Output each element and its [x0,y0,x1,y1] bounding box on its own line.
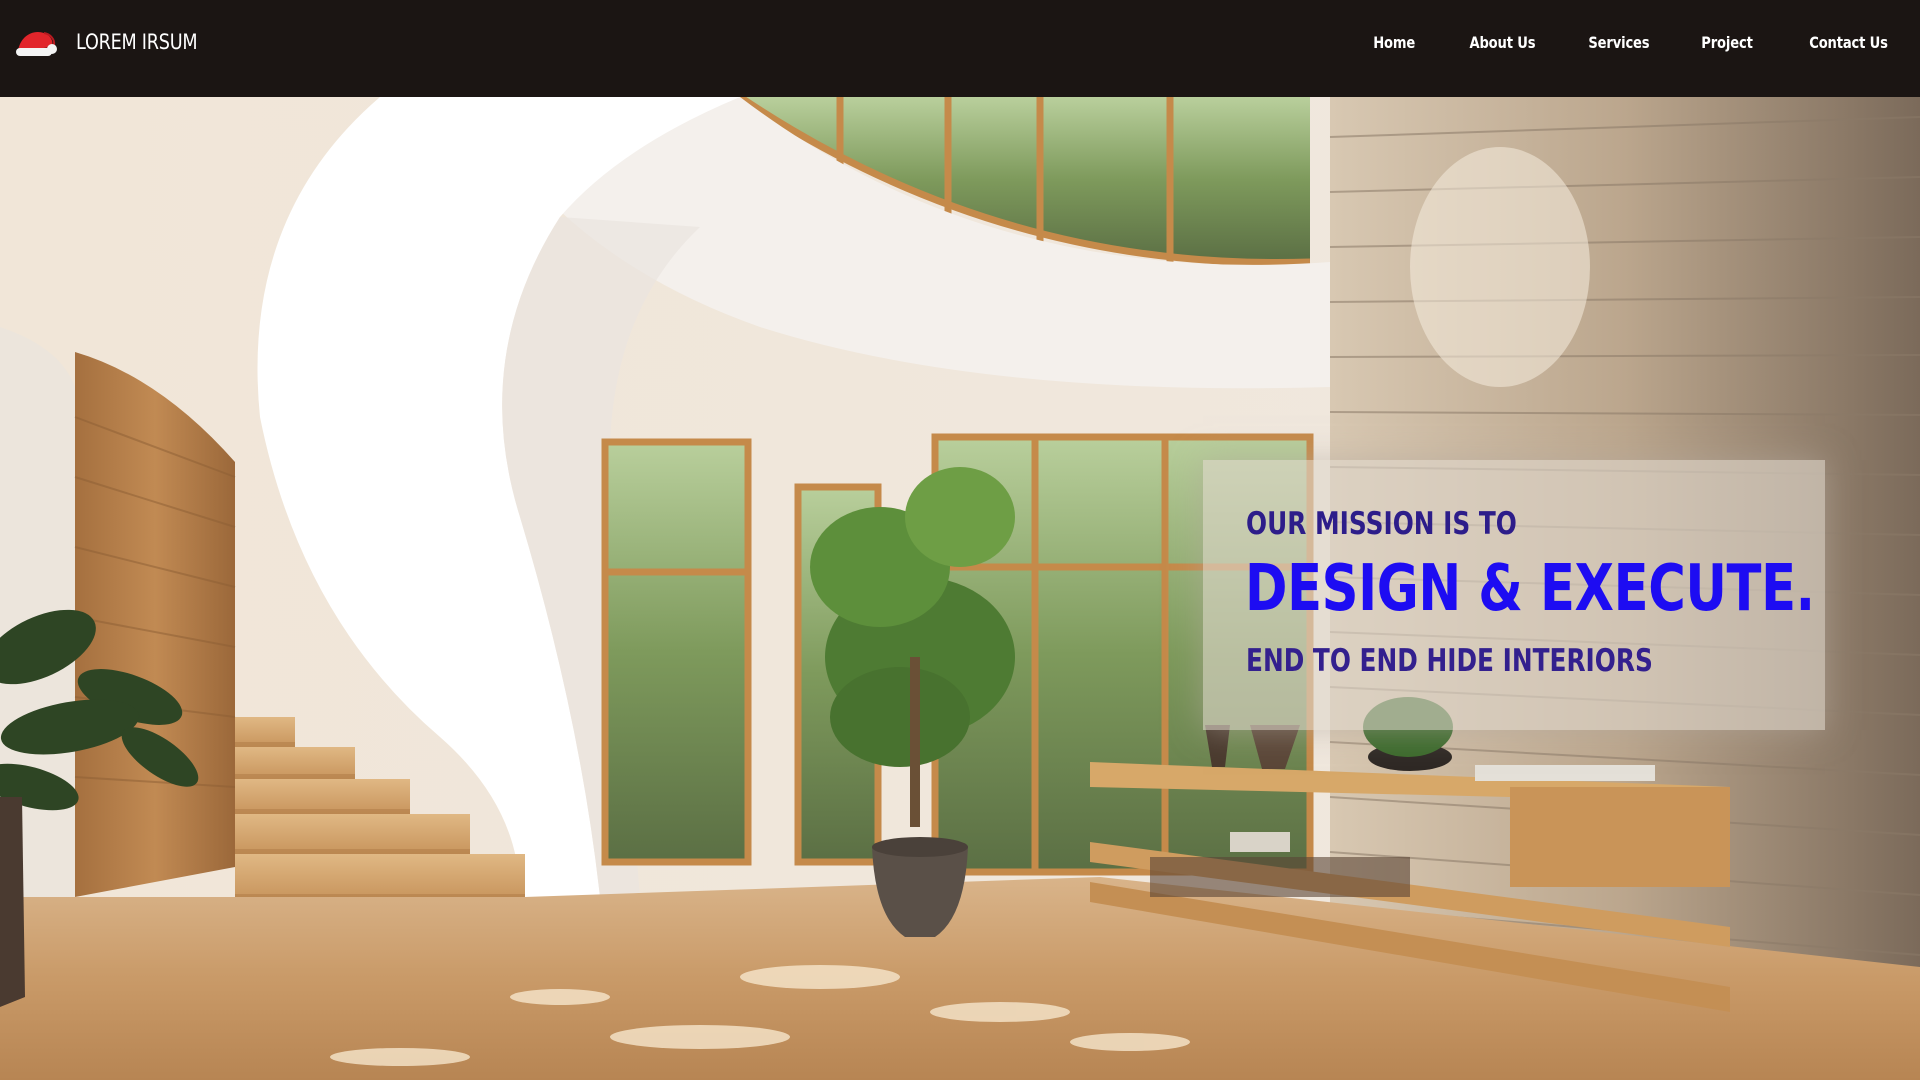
brand[interactable]: LOREM IRSUM [14,24,220,60]
nav-services[interactable]: Services [1588,33,1649,52]
mission-subtitle: END TO END HIDE INTERIORS [1246,643,1653,679]
nav-home[interactable]: Home [1373,33,1415,52]
mission-headline: DESIGN & EXECUTE. [1245,552,1815,626]
top-navbar: LOREM IRSUM Home About Us Services Proje… [0,0,1920,97]
mission-kicker: OUR MISSION IS TO [1246,506,1517,542]
hero-section: OUR MISSION IS TO DESIGN & EXECUTE. END … [0,97,1920,1080]
nav-project[interactable]: Project [1701,33,1753,52]
santa-hat-icon [16,31,57,56]
mission-card: OUR MISSION IS TO DESIGN & EXECUTE. END … [1203,460,1825,730]
main-nav: Home About Us Services Project Contact U… [1324,0,1888,84]
nav-about-us[interactable]: About Us [1469,33,1535,52]
nav-contact-us[interactable]: Contact Us [1809,33,1888,52]
brand-name: LOREM IRSUM [76,30,198,54]
